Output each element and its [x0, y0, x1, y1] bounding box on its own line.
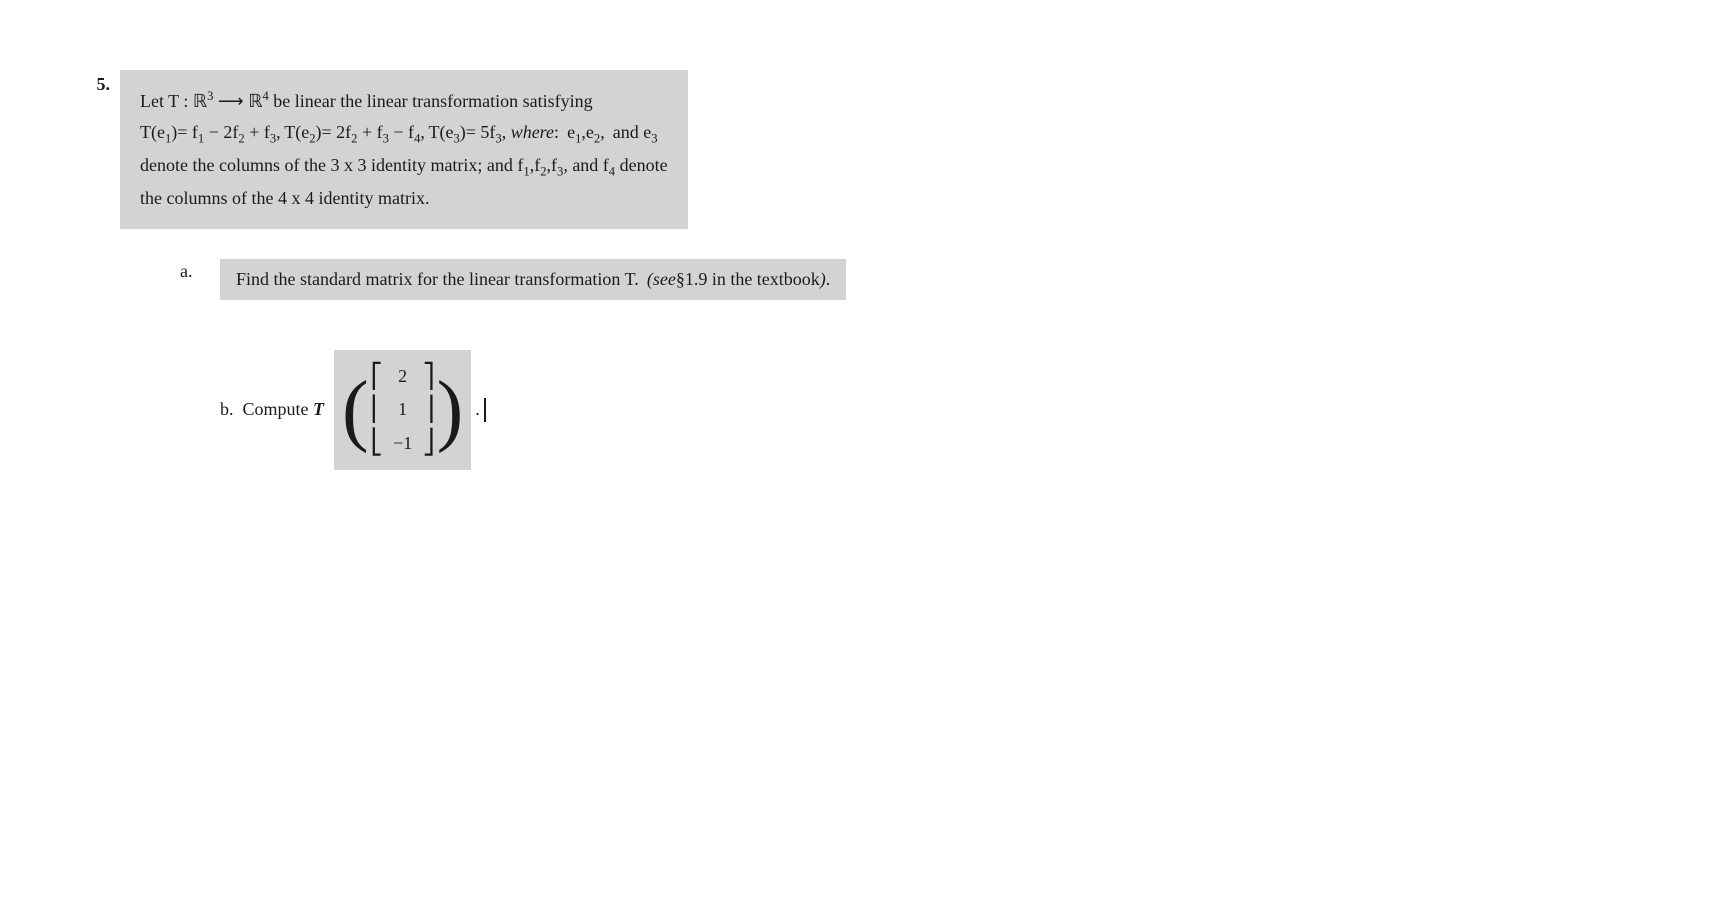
statement-line4: the columns of the 4 x 4 identity matrix… [140, 183, 668, 214]
bracket-bot-left: ⎣ [371, 431, 383, 455]
period: . [475, 399, 480, 420]
cursor [484, 398, 486, 422]
bracket-top-right: ⎤ [423, 365, 435, 389]
bracket-mid-left: ⎢ [371, 398, 383, 422]
sub-b-label: b. Compute T [220, 399, 324, 420]
sub-problems: a. Find the standard matrix for the line… [180, 259, 1660, 470]
statement-line3: denote the columns of the 3 x 3 identity… [140, 150, 668, 183]
sub-a-content: Find the standard matrix for the linear … [220, 259, 846, 300]
sub-b-content: b. Compute T ( ⎡ ⎢ ⎣ 2 1 −1 [220, 350, 486, 470]
matrix-cell-2: 1 [393, 397, 413, 422]
matrix-values: 2 1 −1 [383, 360, 423, 460]
matrix-outer: ( ⎡ ⎢ ⎣ 2 1 −1 ⎤ [334, 350, 471, 470]
bracket-mid-right: ⎥ [423, 398, 435, 422]
statement-line2: T(e1)= f1 − 2f2 + f3, T(e2)= 2f2 + f3 − … [140, 117, 668, 150]
problem-statement: Let T : ℝ3 ⟶ ℝ4 be linear the linear tra… [120, 70, 688, 229]
page-container: 5. Let T : ℝ3 ⟶ ℝ4 be linear the linear … [0, 0, 1720, 540]
matrix-cell-3: −1 [393, 431, 413, 456]
sub-a-label: a. [180, 259, 220, 282]
sub-problem-a: a. Find the standard matrix for the line… [180, 259, 1660, 300]
bracket-top-left: ⎡ [371, 365, 383, 389]
big-paren-right: ) [437, 370, 464, 450]
statement-line1: Let T : ℝ3 ⟶ ℝ4 be linear the linear tra… [140, 86, 668, 117]
matrix-cell-1: 2 [393, 364, 413, 389]
big-paren-left: ( [342, 370, 369, 450]
problem-5-block: 5. Let T : ℝ3 ⟶ ℝ4 be linear the linear … [60, 70, 1660, 229]
bracket-bot-right: ⎦ [423, 431, 435, 455]
problem-number: 5. [60, 70, 110, 95]
sub-problem-b: b. Compute T ( ⎡ ⎢ ⎣ 2 1 −1 [180, 330, 1660, 470]
